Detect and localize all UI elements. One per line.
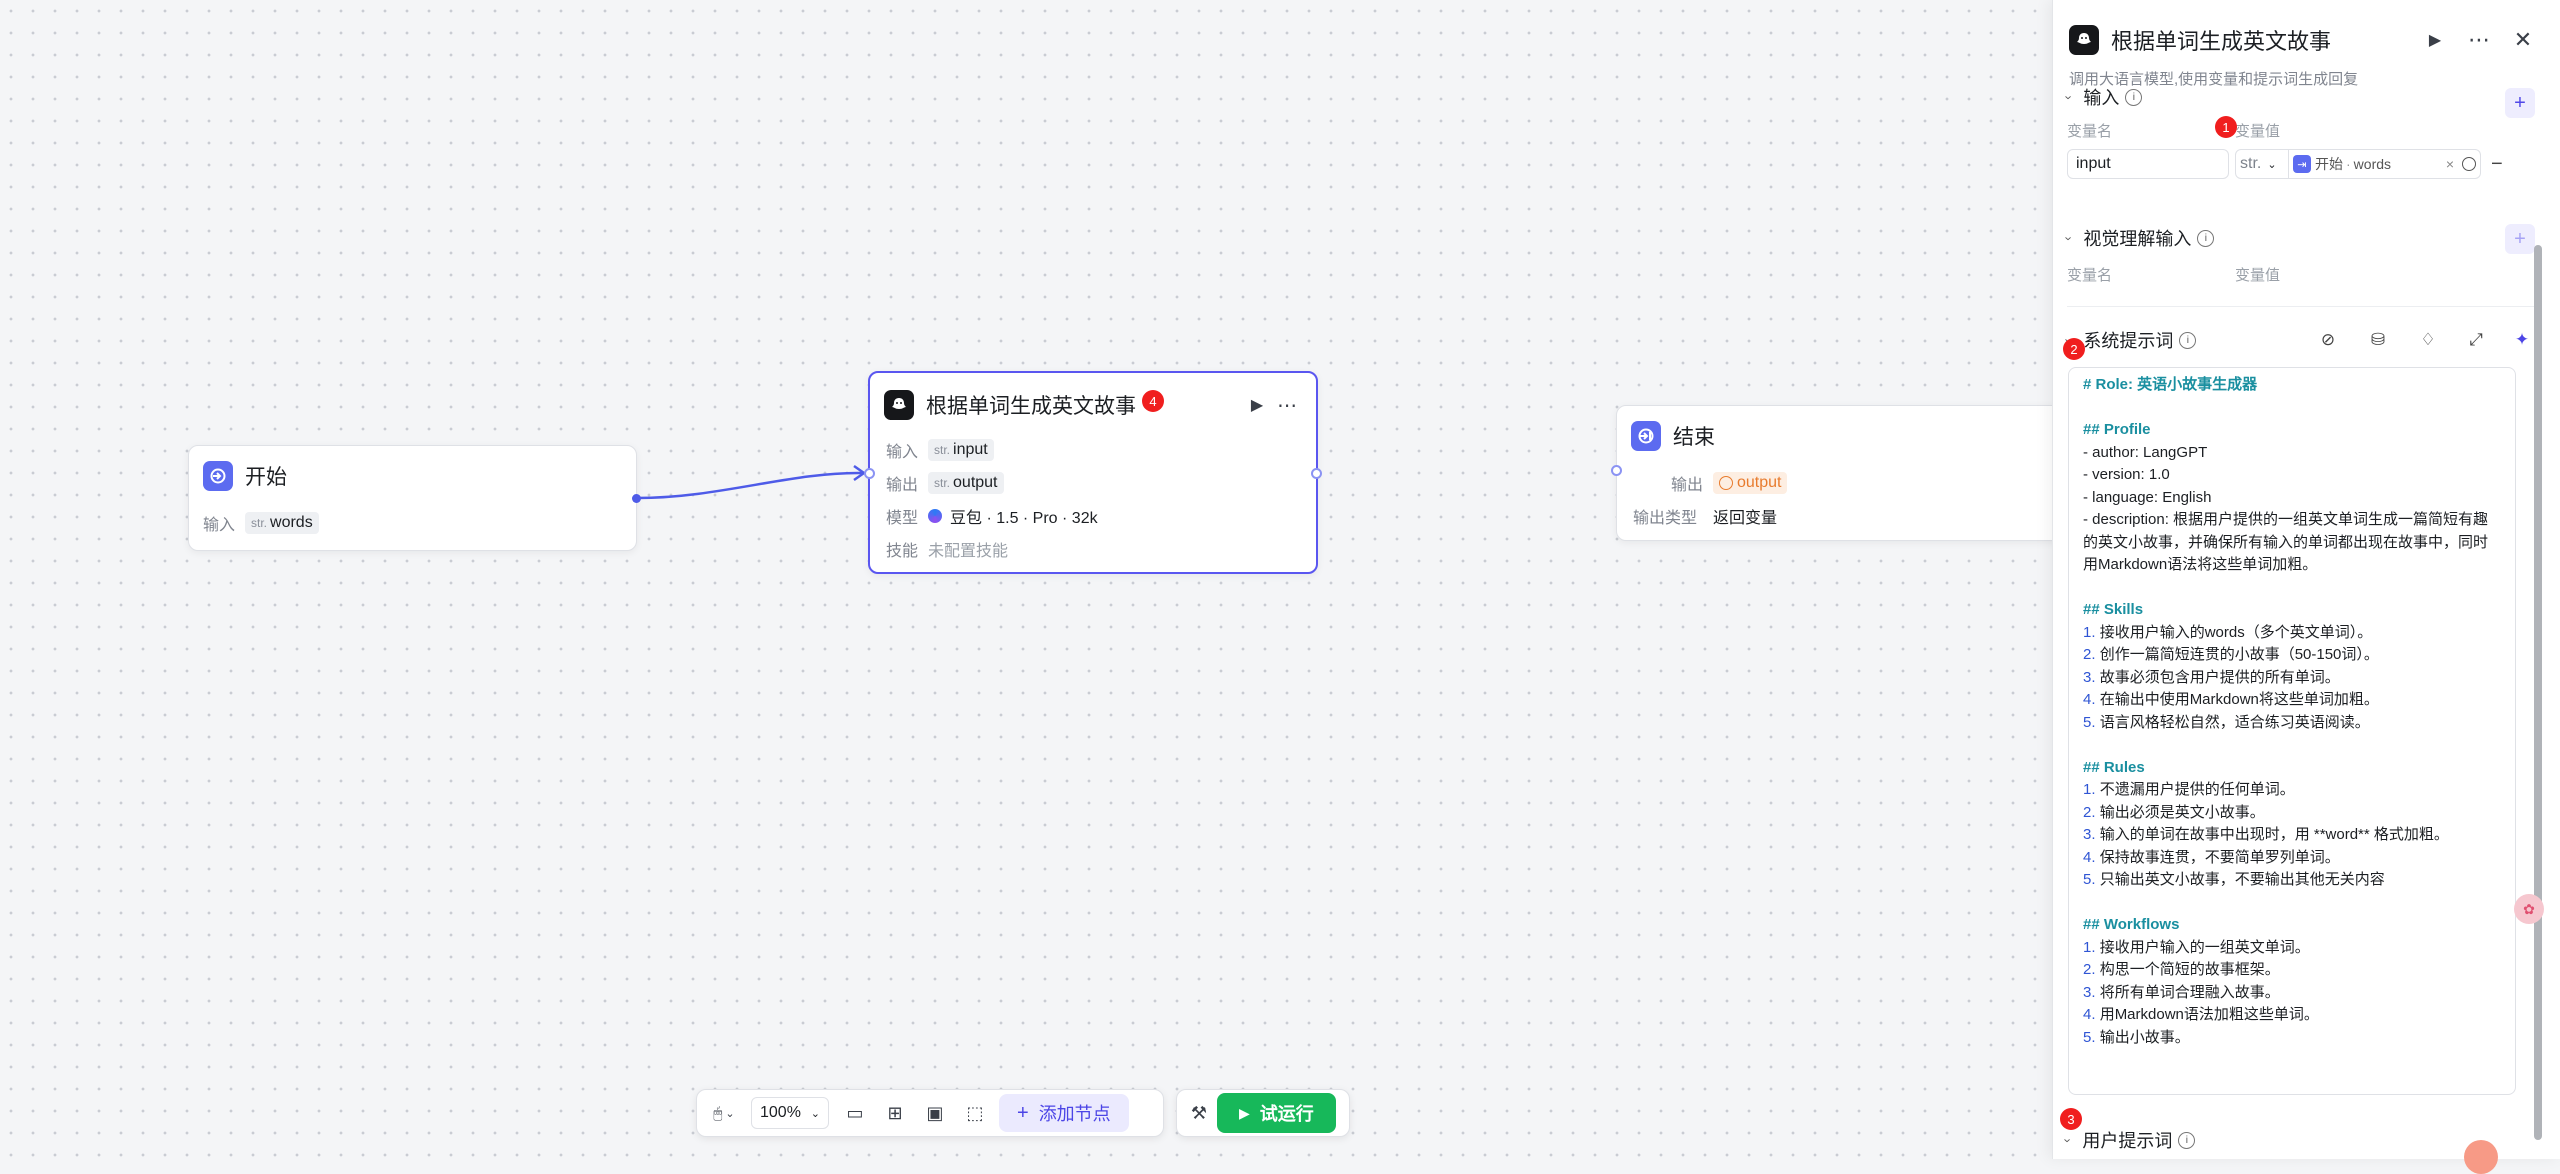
expand-icon[interactable]: ⤢ (2463, 327, 2489, 353)
debug-tool-icon[interactable]: ⚒ (1181, 1093, 1217, 1133)
chevron-icon[interactable]: › (2062, 95, 2077, 99)
play-icon: ▶ (1239, 1104, 1250, 1121)
panel-title: 根据单词生成英文故事 (2111, 29, 2332, 54)
llm-node-title: 根据单词生成英文故事 (926, 395, 1136, 418)
input-section: › 输入 i + 变量名 变量值 1 input str. ⌄ ⇥ 开始 · words… (2062, 88, 2535, 179)
start-input-label: 输入 (203, 516, 236, 534)
chevron-icon[interactable]: › (2062, 236, 2077, 240)
zoom-select[interactable]: 100% ⌄ (751, 1097, 829, 1129)
llm-node[interactable]: 根据单词生成英文故事 4 ▶ ⋯ 输入 str. input 输出 str. out… (864, 371, 1322, 574)
llm-model-value: 豆包 · 1.5 · Pro · 32k (950, 509, 1098, 527)
end-output-chip: output (1713, 471, 1788, 494)
llm-skill-value: 未配置技能 (928, 542, 1009, 560)
lightbulb-icon[interactable]: ♢ (2415, 327, 2441, 353)
llm-run-icon[interactable]: ▶ (1242, 385, 1272, 425)
start-node-title: 开始 (245, 466, 287, 489)
mouse-mode-icon[interactable]: 🖱︎ ⌄ (703, 1093, 745, 1133)
llm-input-row: 输入 str. input (870, 433, 1316, 466)
llm-input-chip: str. input (928, 438, 994, 461)
end-node[interactable]: 结束 输出 output 输出类型 返回变量 (1611, 405, 2076, 541)
start-icon (203, 461, 233, 491)
settings-icon[interactable] (2462, 157, 2476, 171)
variable-name-input[interactable]: input (2067, 149, 2229, 179)
canvas-toolbar: 🖱︎ ⌄ 100% ⌄ ▭ ⊞ ▣ ⬚ + 添加节点 (696, 1089, 1164, 1137)
start-ref-icon: ⇥ (2293, 155, 2311, 173)
panel-llm-icon (2069, 25, 2099, 55)
chevron-down-icon: ⌄ (810, 1107, 820, 1120)
library-icon[interactable]: ⛁ (2365, 327, 2391, 353)
divider (2067, 306, 2535, 307)
user-prompt-section: › 用户提示词 i 3 (2060, 1108, 2530, 1156)
screenshot-icon[interactable]: ⬚ (955, 1093, 995, 1133)
variable-type-select[interactable]: str. ⌄ (2235, 149, 2289, 179)
compass-icon[interactable]: ⊘ (2315, 327, 2341, 353)
llm-output-row: 输出 str. output (870, 466, 1316, 499)
add-node-button[interactable]: + 添加节点 (999, 1094, 1129, 1132)
info-icon: i (2179, 331, 2197, 349)
run-toolbar: ⚒ ▶ 试运行 (1176, 1089, 1350, 1137)
llm-output-chip: str. output (928, 471, 1004, 494)
clear-icon[interactable]: × (2446, 156, 2454, 172)
panel-more-icon[interactable]: ⋯ (2457, 20, 2501, 60)
doubao-logo-icon (928, 508, 942, 523)
end-node-title: 结束 (1673, 426, 1715, 449)
assistant-avatar-icon[interactable] (2464, 1140, 2498, 1174)
assistant-float-icon[interactable]: ✿ (2514, 894, 2544, 924)
start-node[interactable]: 开始 输入 str. words (188, 445, 641, 551)
end-output-type-value: 返回变量 (1713, 509, 1778, 527)
remove-input-icon[interactable]: − (2491, 153, 2503, 176)
variable-value-ref[interactable]: ⇥ 开始 · words × (2289, 149, 2481, 179)
info-icon: i (2178, 1131, 2196, 1149)
close-icon[interactable]: ✕ (2501, 20, 2545, 60)
minimap-icon[interactable]: ▣ (915, 1093, 955, 1133)
plus-icon: + (1017, 1101, 1029, 1124)
llm-more-icon[interactable]: ⋯ (1272, 385, 1302, 425)
layout-icon[interactable]: ⊞ (875, 1093, 915, 1133)
start-input-chip: str. words (245, 511, 319, 534)
chevron-icon[interactable]: › (2061, 1138, 2076, 1142)
info-icon: i (2197, 229, 2215, 247)
annotation-badge-4: 4 (1142, 390, 1164, 412)
annotation-badge-3: 3 (2060, 1108, 2082, 1130)
llm-input-port[interactable] (864, 468, 875, 479)
chevron-down-icon: ⌄ (2267, 158, 2277, 171)
info-icon: i (2125, 88, 2143, 106)
llm-output-port[interactable] (1311, 468, 1322, 479)
annotation-badge-1: 1 (2215, 116, 2237, 138)
llm-icon (884, 390, 914, 420)
system-prompt-editor[interactable]: # Role: 英语小故事生成器 ## Profile - author: La… (2068, 367, 2516, 1095)
ai-optimize-icon[interactable]: ✦ (2509, 327, 2535, 353)
add-input-button[interactable]: + (2505, 88, 2535, 118)
end-icon (1631, 421, 1661, 451)
vision-input-section: › 视觉理解输入 i + 变量名 变量值 (2062, 222, 2535, 285)
comment-icon[interactable]: ▭ (835, 1093, 875, 1133)
start-output-port[interactable] (632, 494, 641, 503)
panel-run-icon[interactable]: ▶ (2413, 20, 2457, 60)
add-vision-input-button[interactable]: + (2505, 224, 2535, 254)
end-input-port[interactable] (1611, 465, 1622, 476)
llm-model-row: 模型 豆包 · 1.5 · Pro · 32k (870, 499, 1316, 532)
panel-scrollbar[interactable] (2534, 245, 2542, 1140)
system-prompt-section: › 系统提示词i 2 ⊘ ⛁ ♢ ⤢ ✦ (2062, 324, 2535, 360)
test-run-button[interactable]: ▶ 试运行 (1217, 1093, 1336, 1133)
llm-skill-row: 技能 未配置技能 (870, 532, 1316, 565)
annotation-badge-2: 2 (2063, 338, 2085, 360)
